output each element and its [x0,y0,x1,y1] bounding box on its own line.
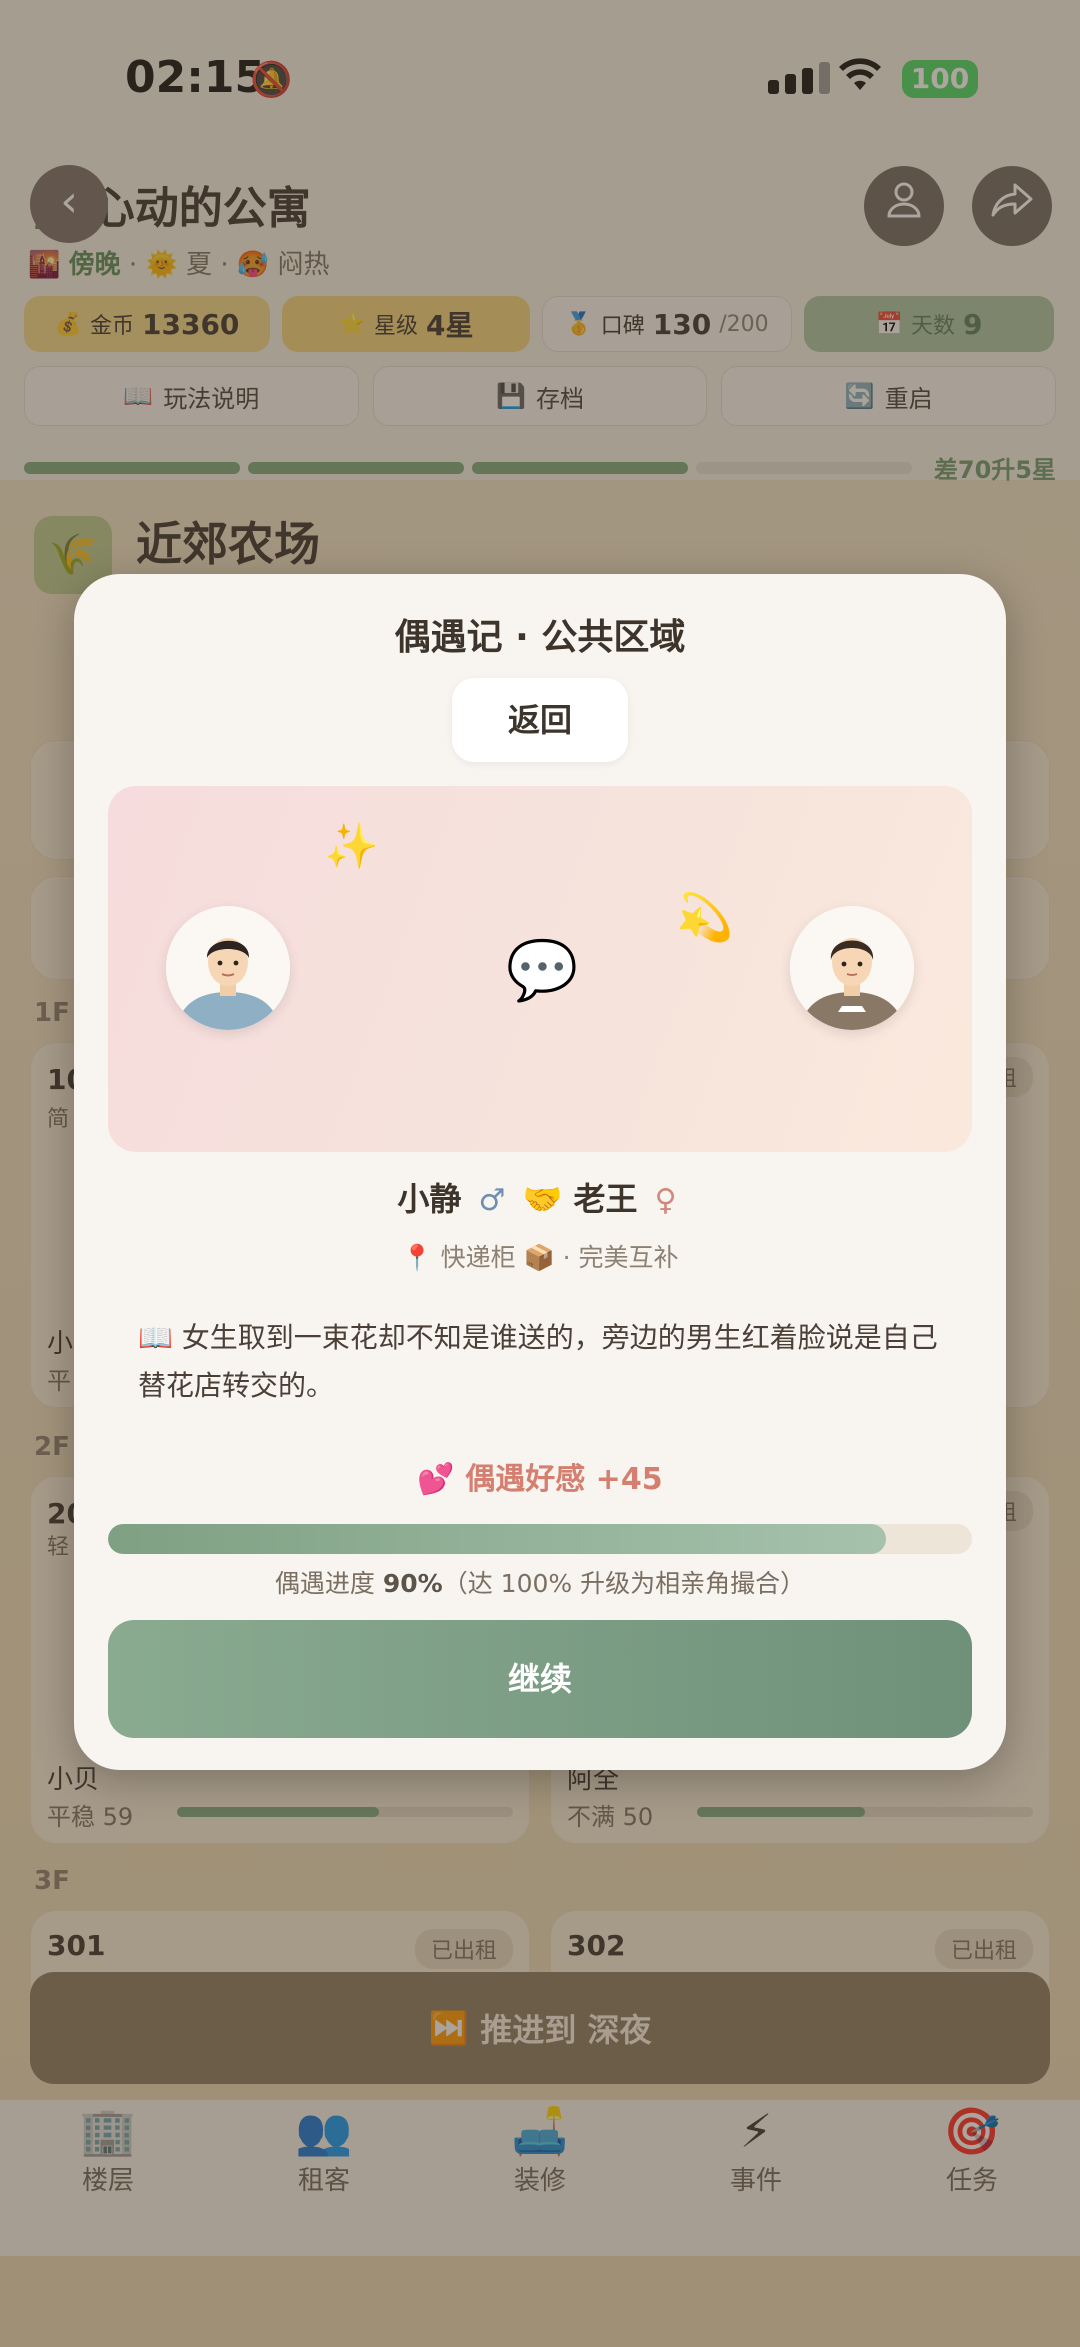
pin-icon: 📍 [401,1243,433,1272]
encounter-scene: ✨ 💫 💬 [108,786,972,1152]
speech-bubble-icon: 💬 [506,936,579,1004]
name-a: 小静 [397,1180,462,1218]
book-icon: 📖 [138,1321,173,1354]
sparkles-icon: ✨ [324,821,379,872]
dizzy-icon: 💫 [676,890,734,944]
encounter-progress-bar [108,1524,972,1554]
avatar [166,906,290,1030]
avatar [790,906,914,1030]
favor-gain: 💕 偶遇好感 +45 [417,1462,663,1497]
encounter-modal: 偶遇记 · 公共区域 返回 ✨ 💫 💬 小静 ♂ 🤝 老王 ♀ 📍 快递柜 📦 … [74,574,1006,1770]
encounter-place: 📍 快递柜 📦 · 完美互补 [401,1243,679,1272]
modal-title: 偶遇记 · 公共区域 [394,617,686,658]
couple-names: 小静 ♂ 🤝 老王 ♀ [74,1174,1006,1220]
name-b: 老王 [573,1180,638,1218]
continue-button[interactable]: 继续 [108,1620,972,1738]
encounter-story: 📖 女生取到一束花却不知是谁送的，旁边的男生红着脸说是自己替花店转交的。 [138,1321,938,1402]
package-icon: 📦 [523,1243,555,1272]
progress-fill [108,1524,886,1554]
male-symbol-icon: ♂ [478,1183,506,1218]
modal-back-button[interactable]: 返回 [452,678,628,762]
progress-note: 偶遇进度 90%（达 100% 升级为相亲角撮合） [274,1569,806,1598]
handshake-icon: 🤝 [522,1180,563,1218]
female-symbol-icon: ♀ [654,1183,677,1218]
two-hearts-icon: 💕 [417,1462,455,1497]
